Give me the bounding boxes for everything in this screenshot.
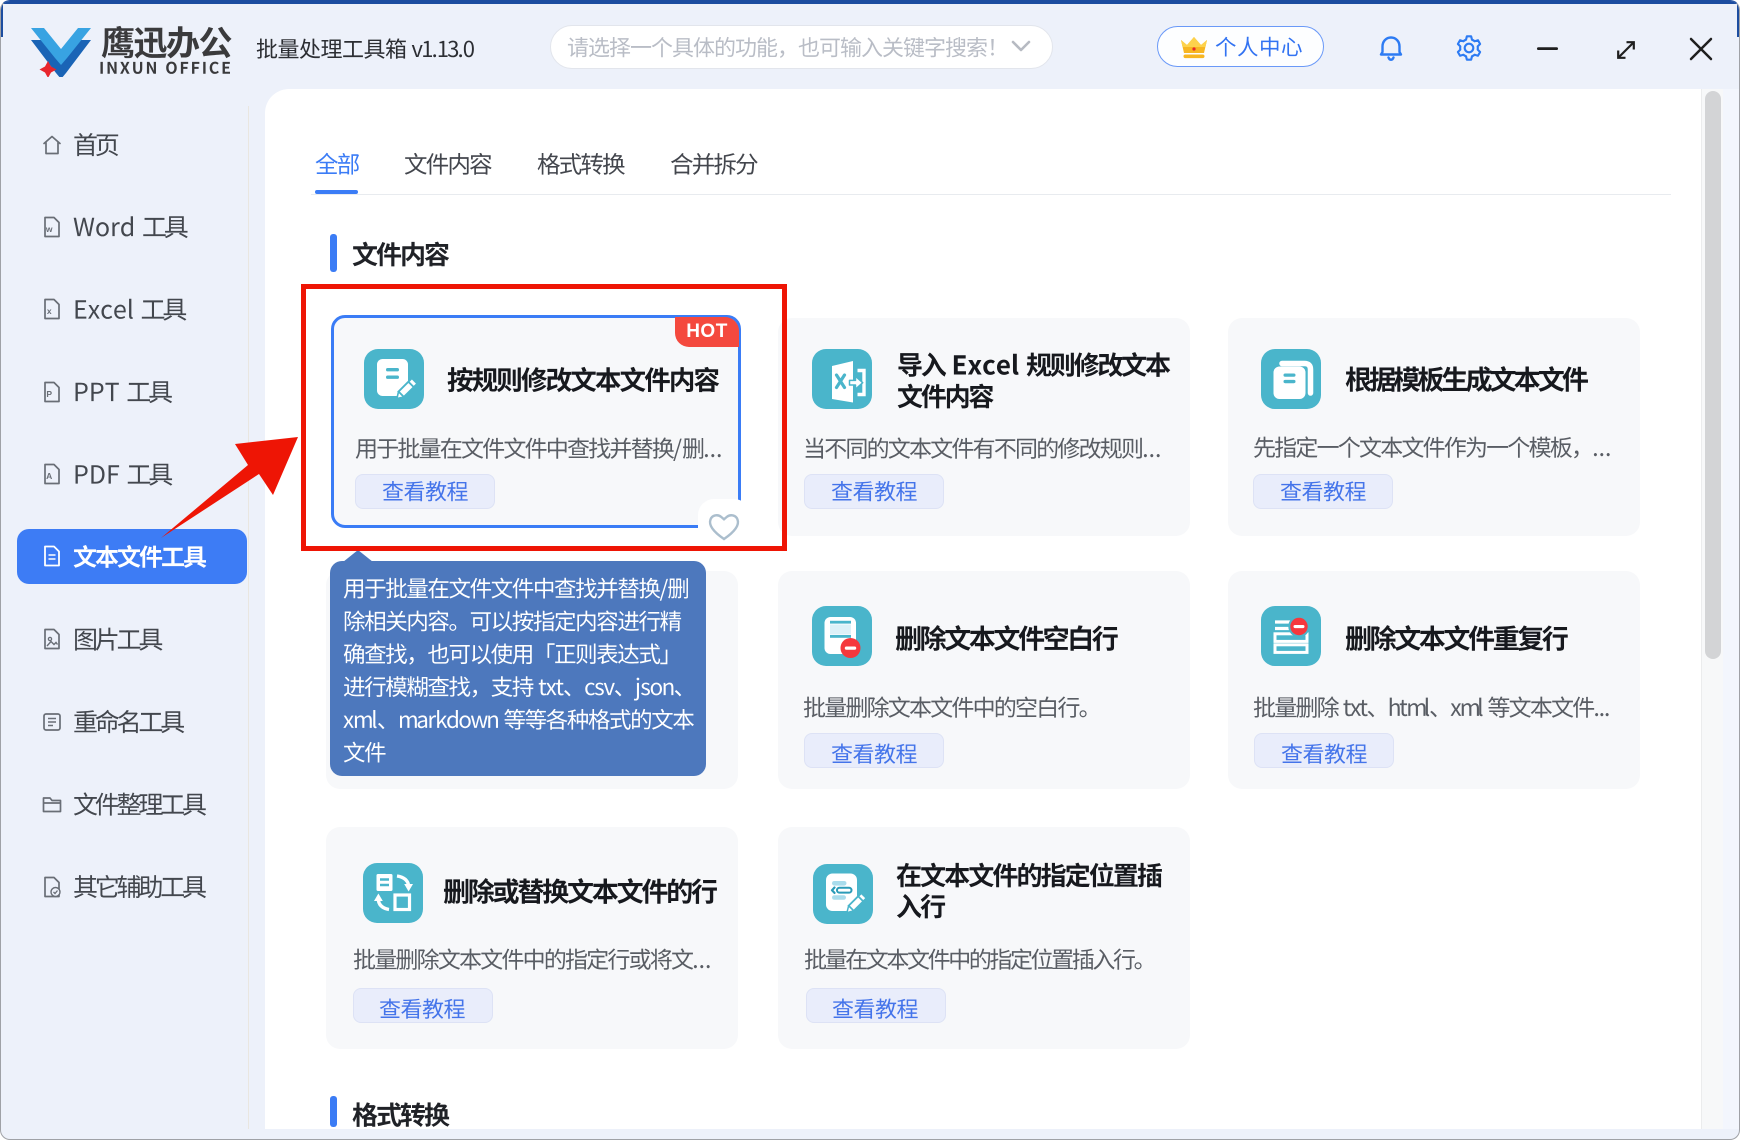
svg-text:P: P: [46, 389, 52, 399]
svg-text:A: A: [46, 471, 52, 481]
svg-text:x: x: [47, 306, 52, 316]
svg-text:w: w: [45, 224, 53, 234]
